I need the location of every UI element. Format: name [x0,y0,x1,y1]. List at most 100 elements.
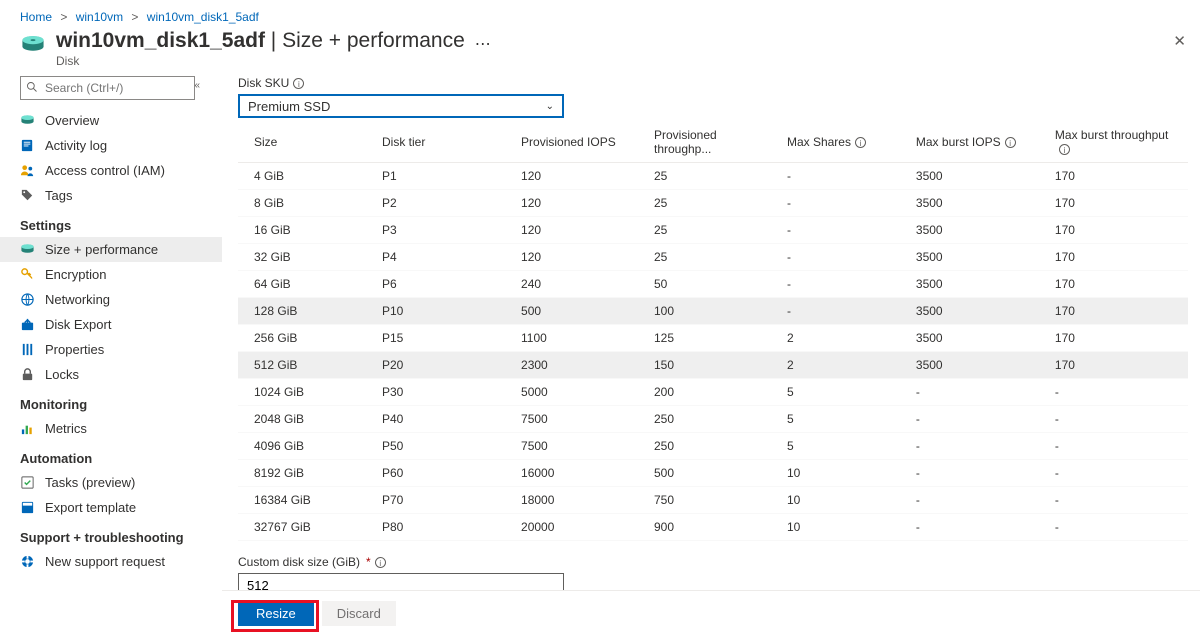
table-row[interactable]: 2048 GiBP4075002505-- [238,406,1188,433]
sidebar-item-overview[interactable]: Overview [0,108,222,133]
table-cell: 5000 [513,379,646,406]
sidebar-item-tags[interactable]: Tags [0,183,222,208]
chevron-down-icon: ⌄ [546,101,554,112]
table-row[interactable]: 8 GiBP212025-3500170 [238,190,1188,217]
table-cell: 2300 [513,352,646,379]
info-icon[interactable]: i [855,137,866,148]
table-cell: 120 [513,190,646,217]
column-header[interactable]: Max Sharesi [779,122,908,163]
table-cell: 7500 [513,406,646,433]
table-cell: 20000 [513,514,646,541]
column-header[interactable]: Size [238,122,374,163]
column-header[interactable]: Provisioned IOPS [513,122,646,163]
disk-sku-dropdown[interactable]: Premium SSD ⌄ [238,94,564,118]
sidebar-item-label: Overview [45,113,99,128]
table-row[interactable]: 16384 GiBP701800075010-- [238,487,1188,514]
table-cell: 4096 GiB [238,433,374,460]
search-icon [26,81,38,93]
sidebar-item-export-template[interactable]: Export template [0,495,222,520]
sidebar-section-settings: Settings [0,208,222,237]
disk-icon [20,32,46,58]
resource-type-label: Disk [56,54,465,68]
table-row[interactable]: 128 GiBP10500100-3500170 [238,298,1188,325]
sidebar-item-metrics[interactable]: Metrics [0,416,222,441]
tasks-icon [20,475,35,490]
table-cell: 3500 [908,217,1047,244]
props-icon [20,342,35,357]
table-row[interactable]: 256 GiBP15110012523500170 [238,325,1188,352]
sidebar-item-size-performance[interactable]: Size + performance [0,237,222,262]
page-title: win10vm_disk1_5adf | Size + performance [56,28,465,53]
table-cell: 170 [1047,352,1188,379]
table-cell: 16384 GiB [238,487,374,514]
table-cell: P1 [374,163,513,190]
lock-icon [20,367,35,382]
sidebar-section-monitoring: Monitoring [0,387,222,416]
table-cell: - [1047,460,1188,487]
table-row[interactable]: 16 GiBP312025-3500170 [238,217,1188,244]
table-row[interactable]: 8192 GiBP601600050010-- [238,460,1188,487]
info-icon[interactable]: i [1059,144,1070,155]
custom-size-label: Custom disk size (GiB) * i [238,555,1190,569]
table-cell: 7500 [513,433,646,460]
close-blade-button[interactable]: ✕ [1173,32,1186,50]
table-cell: P6 [374,271,513,298]
table-cell: 5 [779,406,908,433]
table-cell: 32767 GiB [238,514,374,541]
breadcrumb-vm[interactable]: win10vm [76,10,123,24]
table-cell: 5 [779,433,908,460]
table-cell: - [1047,379,1188,406]
sidebar-item-properties[interactable]: Properties [0,337,222,362]
more-actions-button[interactable]: ⋯ [475,34,492,54]
table-row[interactable]: 64 GiBP624050-3500170 [238,271,1188,298]
table-cell: 3500 [908,298,1047,325]
table-cell: - [779,271,908,298]
sidebar-item-label: Tags [45,188,72,203]
sidebar-item-access-control-iam-[interactable]: Access control (IAM) [0,158,222,183]
table-row[interactable]: 4 GiBP112025-3500170 [238,163,1188,190]
sidebar-item-networking[interactable]: Networking [0,287,222,312]
table-cell: P80 [374,514,513,541]
column-header[interactable]: Max burst IOPSi [908,122,1047,163]
collapse-sidebar-button[interactable]: « [194,80,200,91]
table-cell: 250 [646,433,779,460]
table-cell: - [1047,433,1188,460]
column-header[interactable]: Max burst throughputi [1047,122,1188,163]
search-input[interactable] [20,76,195,100]
table-cell: 120 [513,244,646,271]
table-cell: 3500 [908,244,1047,271]
table-cell: P70 [374,487,513,514]
table-cell: 16000 [513,460,646,487]
support-icon [20,554,35,569]
column-header[interactable]: Provisioned throughp... [646,122,779,163]
table-cell: 170 [1047,190,1188,217]
info-icon[interactable]: i [293,78,304,89]
table-cell: 3500 [908,352,1047,379]
table-cell: 170 [1047,244,1188,271]
info-icon[interactable]: i [1005,137,1016,148]
chevron-right-icon: > [131,10,138,24]
table-row[interactable]: 1024 GiBP3050002005-- [238,379,1188,406]
table-row[interactable]: 512 GiBP20230015023500170 [238,352,1188,379]
sidebar-item-label: Metrics [45,421,87,436]
resize-button[interactable]: Resize [238,601,314,626]
sidebar-item-locks[interactable]: Locks [0,362,222,387]
sidebar-item-label: Size + performance [45,242,158,257]
sidebar-item-encryption[interactable]: Encryption [0,262,222,287]
breadcrumb-disk[interactable]: win10vm_disk1_5adf [147,10,259,24]
sidebar-item-activity-log[interactable]: Activity log [0,133,222,158]
sidebar-item-tasks-preview-[interactable]: Tasks (preview) [0,470,222,495]
table-row[interactable]: 32 GiBP412025-3500170 [238,244,1188,271]
discard-button[interactable]: Discard [322,601,396,626]
table-cell: 512 GiB [238,352,374,379]
table-row[interactable]: 4096 GiBP5075002505-- [238,433,1188,460]
table-row[interactable]: 32767 GiBP802000090010-- [238,514,1188,541]
info-icon[interactable]: i [375,557,386,568]
sidebar-item-disk-export[interactable]: Disk Export [0,312,222,337]
table-cell: - [779,163,908,190]
column-header[interactable]: Disk tier [374,122,513,163]
breadcrumb-home[interactable]: Home [20,10,52,24]
key-icon [20,267,35,282]
sidebar-item-new-support-request[interactable]: New support request [0,549,222,574]
footer-bar: Resize Discard [222,590,1200,636]
